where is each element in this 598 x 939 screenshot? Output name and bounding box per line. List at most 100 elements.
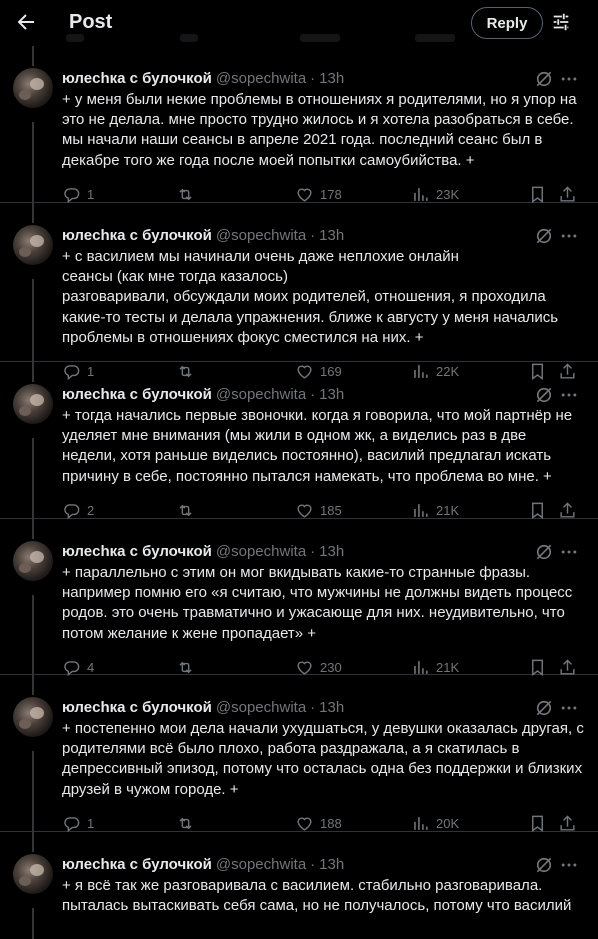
timestamp[interactable]: 13h: [319, 542, 344, 562]
author-handle[interactable]: @sopechwita: [216, 855, 306, 875]
tweet[interactable]: юлеchка с булочкой @sopechwita · 13h + п…: [0, 675, 598, 832]
timestamp[interactable]: 13h: [319, 698, 344, 718]
reply-action[interactable]: 1: [62, 185, 94, 204]
thread-connector: [32, 279, 34, 361]
timestamp[interactable]: 13h: [319, 69, 344, 89]
like-action[interactable]: 230: [295, 658, 342, 677]
author-handle[interactable]: @sopechwita: [216, 542, 306, 562]
views-action[interactable]: 21K: [411, 501, 459, 520]
grok-icon[interactable]: [534, 855, 554, 875]
like-count: 178: [320, 186, 342, 202]
tweet-text: + тогда начались первые звоночки. когда …: [62, 407, 573, 485]
more-icon[interactable]: [559, 385, 579, 405]
separator: ·: [310, 699, 316, 716]
separator: ·: [310, 227, 316, 244]
tweet-text: + у меня были некие проблемы в отношения…: [62, 91, 577, 169]
share-action[interactable]: [558, 658, 577, 677]
retweet-action[interactable]: [176, 658, 201, 677]
like-action[interactable]: 188: [295, 814, 342, 833]
share-icon: [560, 815, 575, 831]
bookmark-icon: [532, 659, 543, 676]
views-count: 20K: [436, 815, 460, 831]
views-action[interactable]: 20K: [411, 814, 459, 833]
author-name[interactable]: юлеchка с булочкой: [62, 69, 212, 89]
author-handle[interactable]: @sopechwita: [216, 69, 306, 89]
share-action[interactable]: [558, 501, 577, 520]
like-action[interactable]: 185: [295, 501, 342, 520]
like-action[interactable]: 178: [295, 185, 342, 204]
author-name[interactable]: юлеchка с булочкой: [62, 542, 212, 562]
retweet-action[interactable]: [176, 814, 201, 833]
author-handle[interactable]: @sopechwita: [216, 698, 306, 718]
author-name[interactable]: юлеchка с булочкой: [62, 698, 212, 718]
thread-feed: юлеchка с булочкой @sopechwita · 13h + у…: [0, 46, 598, 939]
avatar[interactable]: [13, 697, 53, 737]
author-name[interactable]: юлеchка с булочкой: [62, 226, 212, 246]
separator: ·: [310, 543, 316, 560]
reply-count: 4: [87, 659, 95, 675]
reply-icon: [64, 188, 80, 203]
retweet-icon: [179, 661, 192, 674]
retweet-action[interactable]: [176, 185, 201, 204]
bookmark-action[interactable]: [528, 185, 547, 204]
grok-icon[interactable]: [534, 69, 554, 89]
more-icon[interactable]: [559, 226, 579, 246]
share-action[interactable]: [558, 814, 577, 833]
avatar[interactable]: [13, 384, 53, 424]
grok-icon[interactable]: [534, 226, 554, 246]
tweet[interactable]: юлеchка с булочкой @sopechwita · 13h + у…: [0, 46, 598, 203]
reply-action[interactable]: 4: [62, 658, 94, 677]
share-icon: [560, 186, 575, 202]
thread-connector: [32, 438, 34, 518]
views-action[interactable]: 23K: [411, 185, 459, 204]
thread-connector: [32, 519, 34, 539]
more-icon[interactable]: [559, 542, 579, 562]
tweet[interactable]: юлеchка с булочкой @sopechwita · 13h + я…: [0, 832, 598, 939]
bookmark-action[interactable]: [528, 814, 547, 833]
grok-icon[interactable]: [534, 698, 554, 718]
avatar[interactable]: [13, 68, 53, 108]
avatar[interactable]: [13, 225, 53, 265]
thread-connector: [32, 908, 34, 939]
views-icon: [414, 816, 428, 830]
heart-icon: [297, 504, 312, 518]
timestamp[interactable]: 13h: [319, 226, 344, 246]
bookmark-icon: [532, 502, 543, 519]
avatar[interactable]: [13, 854, 53, 894]
share-action[interactable]: [558, 185, 577, 204]
thread-connector: [32, 595, 34, 674]
avatar[interactable]: [13, 541, 53, 581]
separator: ·: [310, 386, 316, 403]
reply-icon: [64, 817, 80, 832]
grok-icon[interactable]: [534, 542, 554, 562]
tweet[interactable]: юлеchка с булочкой @sopechwita · 13h + с…: [0, 203, 598, 381]
views-icon: [414, 187, 428, 201]
tweet[interactable]: юлеchка с булочкой @sopechwita · 13h + п…: [0, 519, 598, 677]
more-icon[interactable]: [559, 69, 579, 89]
retweet-icon: [179, 817, 192, 830]
bookmark-action[interactable]: [528, 658, 547, 677]
timestamp[interactable]: 13h: [319, 855, 344, 875]
top-bar: Post Reply: [0, 0, 598, 46]
retweet-action[interactable]: [176, 501, 201, 520]
heart-icon: [297, 661, 312, 675]
separator: ·: [310, 70, 316, 87]
share-icon: [560, 502, 575, 518]
reply-action[interactable]: 2: [62, 501, 94, 520]
thread-connector: [32, 46, 34, 66]
tweet[interactable]: юлеchка с булочкой @sopechwita · 13h + т…: [0, 362, 598, 519]
retweet-icon: [179, 504, 192, 517]
author-name[interactable]: юлеchка с булочкой: [62, 385, 212, 405]
bookmark-action[interactable]: [528, 501, 547, 520]
author-name[interactable]: юлеchка с булочкой: [62, 855, 212, 875]
more-icon[interactable]: [559, 855, 579, 875]
reply-action[interactable]: 1: [62, 814, 94, 833]
views-action[interactable]: 21K: [411, 658, 459, 677]
more-icon[interactable]: [559, 698, 579, 718]
grok-icon[interactable]: [534, 385, 554, 405]
author-handle[interactable]: @sopechwita: [216, 226, 306, 246]
author-handle[interactable]: @sopechwita: [216, 385, 306, 405]
reply-count: 1: [87, 186, 95, 202]
timestamp[interactable]: 13h: [319, 385, 344, 405]
reply-count: 2: [87, 502, 95, 518]
